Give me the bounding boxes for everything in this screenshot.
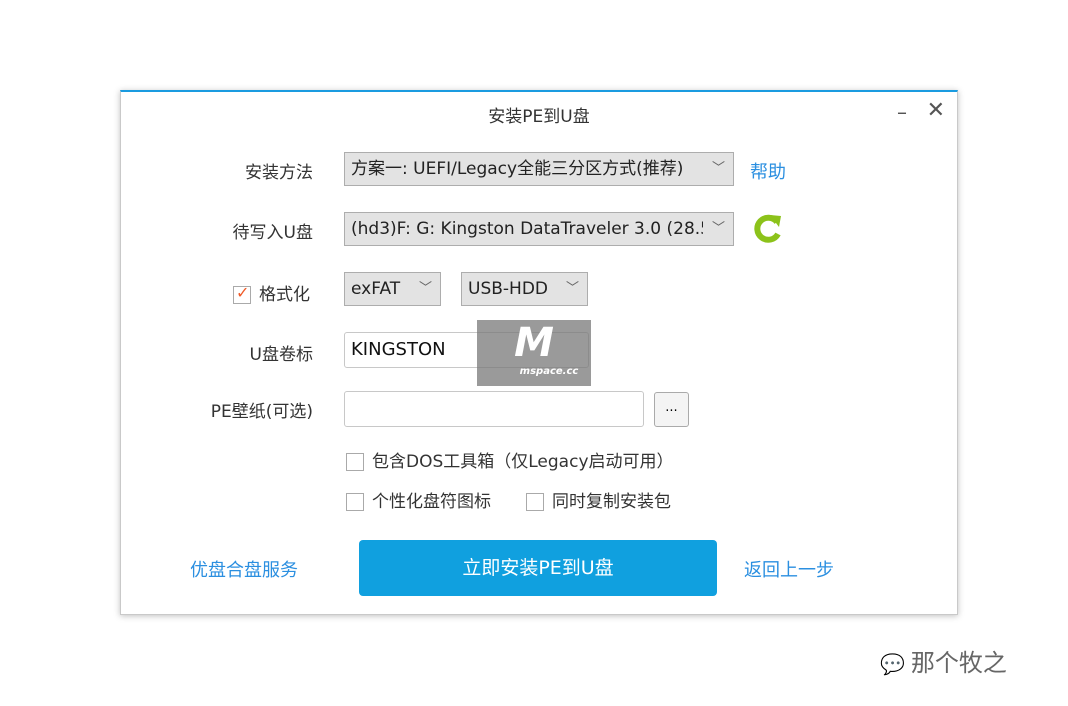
chevron-down-icon: ﹀ bbox=[418, 281, 432, 296]
checkbox[interactable] bbox=[346, 453, 364, 471]
refresh-icon[interactable] bbox=[751, 212, 783, 246]
method-select[interactable]: 方案一: UEFI/Legacy全能三分区方式(推荐) ﹀ bbox=[344, 152, 734, 186]
boot-mode-select[interactable]: USB-HDD ﹀ bbox=[461, 272, 588, 306]
install-button[interactable]: 立即安装PE到U盘 bbox=[359, 540, 717, 596]
volume-label: U盘卷标 bbox=[249, 345, 313, 365]
filesystem-value: exFAT bbox=[351, 279, 401, 299]
browse-button[interactable]: ... bbox=[654, 392, 689, 427]
chevron-down-icon: ﹀ bbox=[565, 281, 579, 296]
watermark-logo: M mspace.cc bbox=[477, 320, 591, 386]
disk-value: (hd3)F: G: Kingston DataTraveler 3.0 (28… bbox=[351, 219, 703, 239]
format-label: 格式化 bbox=[259, 285, 310, 305]
watermark-m: M bbox=[514, 320, 554, 366]
custom-icon-label: 个性化盘符图标 bbox=[372, 492, 491, 512]
method-value: 方案一: UEFI/Legacy全能三分区方式(推荐) bbox=[351, 159, 684, 179]
checkbox[interactable] bbox=[346, 493, 364, 511]
back-link[interactable]: 返回上一步 bbox=[744, 556, 834, 582]
watermark-text: mspace.cc bbox=[519, 366, 579, 377]
filesystem-select[interactable]: exFAT ﹀ bbox=[344, 272, 441, 306]
chevron-down-icon: ﹀ bbox=[707, 213, 725, 245]
wallpaper-input[interactable] bbox=[344, 391, 644, 427]
checkbox[interactable] bbox=[526, 493, 544, 511]
method-label: 安装方法 bbox=[245, 163, 313, 183]
copy-package-checkbox[interactable]: 同时复制安装包 bbox=[526, 487, 671, 512]
dos-toolbox-checkbox[interactable]: 包含DOS工具箱（仅Legacy启动可用） bbox=[346, 447, 674, 472]
credit-text: 那个牧之 bbox=[910, 649, 1007, 677]
help-link[interactable]: 帮助 bbox=[750, 158, 786, 184]
format-checkbox[interactable]: ✓ 格式化 bbox=[233, 280, 310, 305]
checkbox[interactable]: ✓ bbox=[233, 283, 251, 304]
custom-icon-checkbox[interactable]: 个性化盘符图标 bbox=[346, 487, 491, 512]
close-button[interactable]: ✕ bbox=[927, 98, 945, 123]
chevron-down-icon: ﹀ bbox=[711, 161, 725, 176]
disk-select[interactable]: (hd3)F: G: Kingston DataTraveler 3.0 (28… bbox=[344, 212, 734, 246]
wechat-icon: 💬 bbox=[880, 652, 905, 676]
disk-label: 待写入U盘 bbox=[232, 223, 313, 243]
credit: 💬 那个牧之 bbox=[880, 643, 1007, 678]
boot-mode-value: USB-HDD bbox=[468, 279, 548, 299]
dialog-title: 安装PE到U盘 bbox=[488, 107, 590, 127]
copy-package-label: 同时复制安装包 bbox=[552, 492, 671, 512]
minimize-button[interactable]: – bbox=[897, 100, 907, 124]
wallpaper-label: PE壁纸(可选) bbox=[210, 402, 313, 422]
dos-toolbox-label: 包含DOS工具箱（仅Legacy启动可用） bbox=[372, 452, 674, 472]
service-link[interactable]: 优盘合盘服务 bbox=[190, 556, 298, 582]
